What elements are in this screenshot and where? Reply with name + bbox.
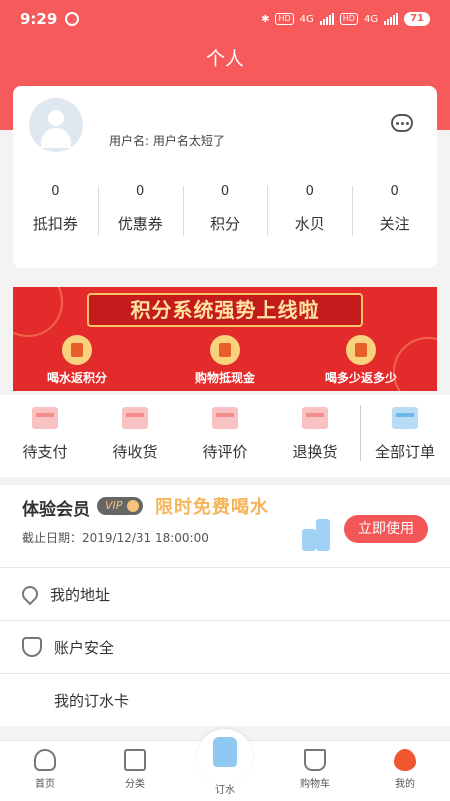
banner-item-label: 喝水返积分 <box>46 371 107 385</box>
menu-list: 我的地址 账户安全 我的订水卡 <box>0 567 450 796</box>
menu-item-label: 我的订水卡 <box>54 691 130 710</box>
tab-label: 购物车 <box>300 779 330 790</box>
order-label: 待支付 <box>22 443 68 461</box>
signal-icon-b <box>384 13 399 25</box>
cart-icon <box>304 749 326 771</box>
tab-category[interactable]: 分类 <box>90 741 180 801</box>
status-bar: 9:29 ✱ HD 4G HD 4G 71 <box>0 0 450 38</box>
stat-points[interactable]: 0 积分 <box>182 184 268 238</box>
stat-value: 0 <box>51 184 60 199</box>
avatar[interactable] <box>29 98 83 152</box>
message-icon[interactable] <box>391 114 413 132</box>
bottom-tab-bar: 首页 分类 订水 购物车 我的 <box>0 729 450 801</box>
order-label: 退换货 <box>292 443 338 461</box>
status-icons: ✱ HD 4G HD 4G 71 <box>261 12 430 26</box>
comment-icon <box>212 407 238 429</box>
wallet-icon <box>32 407 58 429</box>
stat-label: 优惠券 <box>117 215 163 233</box>
order-pending-delivery[interactable]: 待收货 <box>90 395 180 477</box>
stat-value: 0 <box>390 184 399 199</box>
package-icon <box>122 407 148 429</box>
coin-icon <box>210 335 240 365</box>
username-label: 用户名: 用户名太短了 <box>109 134 225 148</box>
water-bottle-icon <box>213 737 237 767</box>
stat-value: 0 <box>305 184 314 199</box>
avatar-head-shape <box>48 110 64 126</box>
shield-check-icon <box>22 637 42 657</box>
order-status-row: 待支付 待收货 待评价 退换货 全部订单 <box>0 395 450 477</box>
banner-item-label: 购物抵现金 <box>194 371 255 385</box>
network-type-a: 4G <box>299 13 314 25</box>
category-icon <box>124 749 146 771</box>
stat-label: 关注 <box>379 215 410 233</box>
tab-mine[interactable]: 我的 <box>360 741 450 801</box>
banner-decoration <box>13 287 63 337</box>
banner-item-return: 喝多少返多少 <box>301 335 421 386</box>
member-title: 体验会员 <box>22 500 90 520</box>
page-title: 个人 <box>205 48 244 70</box>
member-section: 体验会员 VIP 限时免费喝水 截止日期：2019/12/31 18:00:00… <box>0 485 450 567</box>
tab-order-water[interactable]: 订水 <box>180 729 270 801</box>
menu-item-label: 我的地址 <box>50 585 111 604</box>
stat-label: 抵扣券 <box>32 215 78 233</box>
water-bottles-icon <box>300 517 334 551</box>
promo-banner[interactable]: 积分系统强势上线啦 喝水返积分 购物抵现金 喝多少返多少 <box>13 287 437 391</box>
stat-coupons[interactable]: 0 优惠券 <box>97 184 183 238</box>
tab-label: 分类 <box>125 779 145 790</box>
order-returns[interactable]: 退换货 <box>270 395 360 477</box>
stat-label: 水贝 <box>294 215 325 233</box>
stats-row: 0 抵扣券 0 优惠券 0 积分 0 水贝 0 关注 <box>13 184 437 238</box>
menu-item-security[interactable]: 账户安全 <box>0 620 450 673</box>
hd-badge-a: HD <box>275 13 294 25</box>
refund-icon <box>302 407 328 429</box>
alarm-icon <box>65 12 80 26</box>
status-time: 9:29 <box>20 10 58 28</box>
hd-badge-b: HD <box>339 13 358 25</box>
location-pin-icon <box>18 582 42 606</box>
home-icon <box>34 749 56 771</box>
menu-item-water-card[interactable]: 我的订水卡 <box>0 673 450 796</box>
banner-item-cash: 购物抵现金 <box>165 335 285 386</box>
member-deadline: 截止日期：2019/12/31 18:00:00 <box>22 531 209 545</box>
stat-value: 0 <box>136 184 145 199</box>
tab-label: 订水 <box>215 785 235 796</box>
signal-icon-a <box>319 13 334 25</box>
stat-value: 0 <box>220 184 230 199</box>
battery-indicator: 71 <box>404 12 430 26</box>
vip-badge: VIP <box>97 497 143 515</box>
stat-vouchers[interactable]: 0 抵扣券 <box>13 184 98 238</box>
banner-headline: 积分系统强势上线啦 <box>87 293 363 327</box>
coin-icon <box>346 335 376 365</box>
order-pending-payment[interactable]: 待支付 <box>0 395 90 477</box>
order-pending-review[interactable]: 待评价 <box>180 395 270 477</box>
stat-shells[interactable]: 0 水贝 <box>267 184 352 238</box>
bluetooth-icon: ✱ <box>261 13 270 25</box>
order-all[interactable]: 全部订单 <box>360 395 450 477</box>
avatar-body-shape <box>41 128 71 148</box>
water-drop-icon <box>394 749 416 771</box>
tab-cart[interactable]: 购物车 <box>270 741 360 801</box>
stat-follows[interactable]: 0 关注 <box>352 184 437 238</box>
banner-item-points: 喝水返积分 <box>17 335 137 386</box>
banner-item-label: 喝多少返多少 <box>324 371 397 385</box>
member-promo: 限时免费喝水 <box>155 497 269 518</box>
stat-label: 积分 <box>209 215 240 233</box>
network-type-b: 4G <box>363 13 379 25</box>
use-now-button[interactable]: 立即使用 <box>344 515 428 543</box>
center-tab-bump <box>197 729 253 785</box>
order-label: 待收货 <box>112 443 158 461</box>
tab-label: 首页 <box>35 779 55 790</box>
tab-label: 我的 <box>395 779 415 790</box>
profile-card: 用户名: 用户名太短了 0 抵扣券 0 优惠券 0 积分 0 水贝 0 关注 <box>13 86 437 268</box>
tab-home[interactable]: 首页 <box>0 741 90 801</box>
coin-icon <box>62 335 92 365</box>
menu-item-label: 账户安全 <box>54 638 115 657</box>
order-list-icon <box>392 407 418 429</box>
order-label: 待评价 <box>202 443 248 461</box>
menu-item-address[interactable]: 我的地址 <box>0 567 450 620</box>
order-label: 全部订单 <box>374 443 435 461</box>
